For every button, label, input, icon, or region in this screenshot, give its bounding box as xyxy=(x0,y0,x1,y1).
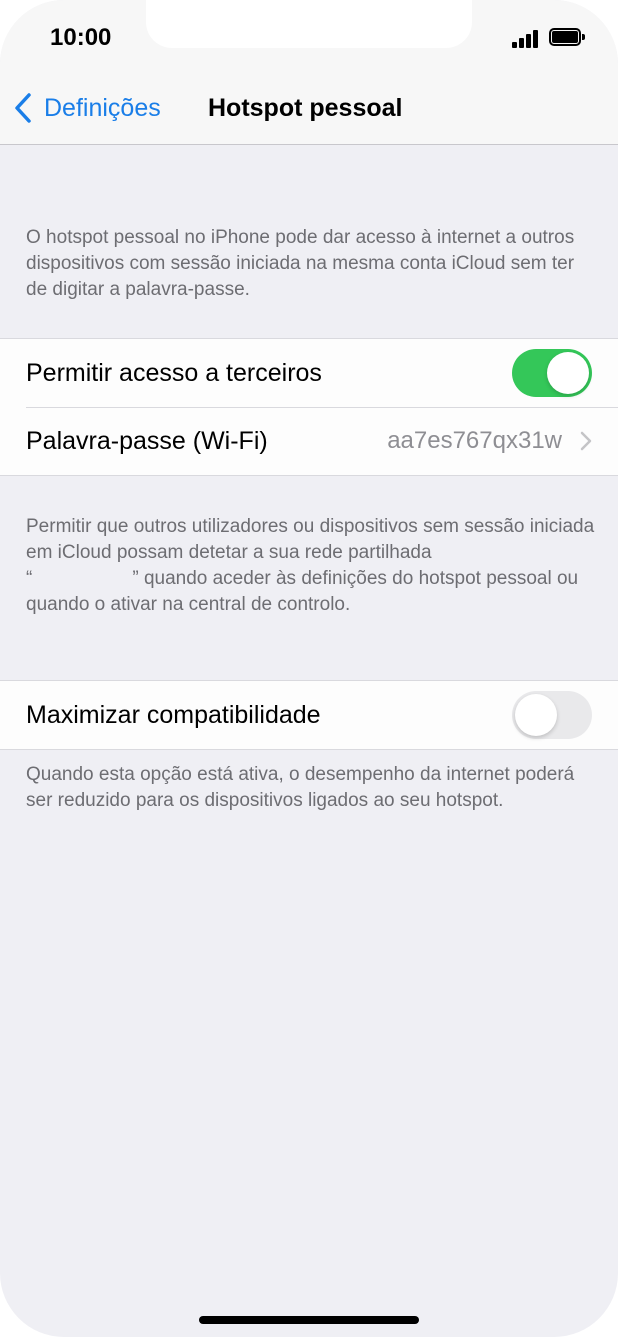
wifi-password-label: Palavra-passe (Wi-Fi) xyxy=(26,426,268,455)
compatibility-group: Maximizar compatibilidade xyxy=(0,680,618,750)
wifi-password-row[interactable]: Palavra-passe (Wi-Fi) aa7es767qx31w xyxy=(0,407,618,475)
maximize-compatibility-toggle[interactable] xyxy=(512,691,592,739)
allow-access-label: Permitir acesso a terceiros xyxy=(26,358,322,387)
status-time: 10:00 xyxy=(50,24,112,51)
toggle-knob xyxy=(547,352,589,394)
access-settings-group: Permitir acesso a terceiros Palavra-pass… xyxy=(0,338,618,476)
access-note-after: quando aceder às definições do hotspot p… xyxy=(26,568,579,615)
allow-access-row: Permitir acesso a terceiros xyxy=(0,339,618,407)
allow-access-toggle[interactable] xyxy=(512,349,592,397)
phone-screen: 10:00 Definições Hotspot pessoal O hotsp… xyxy=(0,0,618,1337)
page-title: Hotspot pessoal xyxy=(208,94,403,122)
battery-icon xyxy=(549,28,585,46)
maximize-compatibility-row: Maximizar compatibilidade xyxy=(0,681,618,749)
access-note: Permitir que outros utilizadores ou disp… xyxy=(26,514,596,618)
back-button-label: Definições xyxy=(44,93,161,122)
compatibility-note: Quando esta opção está ativa, o desempen… xyxy=(26,764,575,811)
chevron-right-icon xyxy=(580,431,592,451)
quote-open: “ xyxy=(26,568,33,589)
navigation-bar: Definições Hotspot pessoal xyxy=(0,72,618,145)
status-bar: 10:00 xyxy=(0,0,618,72)
quote-close: ” xyxy=(132,568,139,589)
home-indicator[interactable] xyxy=(199,1316,419,1324)
toggle-knob xyxy=(515,694,557,736)
maximize-compatibility-label: Maximizar compatibilidade xyxy=(26,700,321,729)
intro-note: O hotspot pessoal no iPhone pode dar ace… xyxy=(26,227,575,300)
access-note-before: Permitir que outros utilizadores ou disp… xyxy=(26,516,595,563)
chevron-left-icon xyxy=(15,93,31,123)
notch xyxy=(146,0,472,48)
back-button[interactable]: Definições xyxy=(12,90,161,126)
cellular-signal-icon xyxy=(512,30,542,48)
wifi-password-value: aa7es767qx31w xyxy=(387,427,562,454)
